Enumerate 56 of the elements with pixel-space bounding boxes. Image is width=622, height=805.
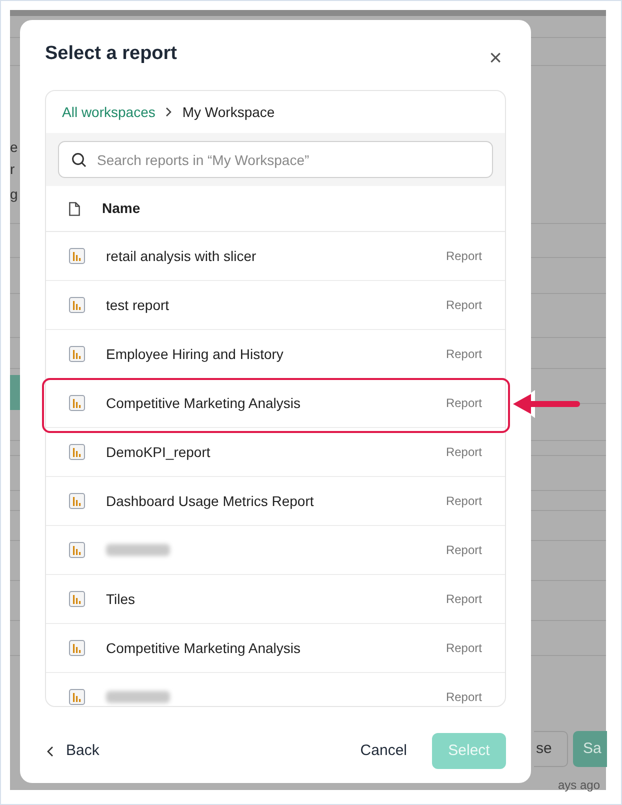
report-type: Report (446, 640, 482, 657)
report-row[interactable]: Tiles Report (46, 575, 505, 624)
report-type: Report (446, 542, 482, 559)
report-row[interactable]: Dashboard Usage Metrics Report Report (46, 477, 505, 526)
report-row[interactable]: Competitive Marketing Analysis Report (46, 379, 505, 428)
dialog-title: Select a report (45, 42, 177, 66)
report-type: Report (446, 346, 482, 363)
report-row[interactable]: Competitive Marketing Analysis Report (46, 624, 505, 673)
bar-chart-icon (69, 297, 85, 313)
bar-chart-icon (69, 493, 85, 509)
background-text: r (10, 160, 15, 179)
background-text: g (10, 185, 18, 204)
bar-chart-icon (69, 640, 85, 656)
bar-chart-icon (69, 689, 85, 705)
search-field[interactable]: Search reports in “My Workspace” (58, 141, 493, 178)
cancel-button[interactable]: Cancel (360, 740, 407, 762)
background-text: e (10, 138, 18, 157)
bar-chart-icon (69, 591, 85, 607)
report-name: Competitive Marketing Analysis (106, 638, 301, 658)
bar-chart-icon (69, 444, 85, 460)
report-row[interactable]: Employee Hiring and History Report (46, 330, 505, 379)
report-type: Report (446, 395, 482, 412)
chevron-left-icon (47, 746, 54, 756)
report-name: Employee Hiring and History (106, 344, 284, 364)
report-type: Report (446, 689, 482, 706)
report-name: Competitive Marketing Analysis (106, 394, 301, 413)
bar-chart-icon (69, 542, 85, 558)
report-row[interactable]: Report (46, 673, 505, 706)
report-name: DemoKPI_report (106, 442, 210, 462)
chevron-right-icon (165, 107, 172, 117)
report-row[interactable]: retail analysis with slicer Report (46, 232, 505, 281)
report-type: Report (446, 444, 482, 461)
report-name: retail analysis with slicer (106, 246, 256, 266)
report-row[interactable]: Report (46, 526, 505, 575)
report-type: Report (446, 248, 482, 265)
breadcrumb-current: My Workspace (182, 102, 275, 122)
report-name: test report (106, 296, 170, 315)
background-text: ays ago (558, 777, 600, 794)
document-icon (69, 202, 80, 216)
background-button[interactable]: se (534, 731, 568, 767)
column-header: Name (102, 199, 140, 218)
bar-chart-icon (69, 346, 85, 362)
report-name: Tiles (106, 590, 136, 608)
report-row[interactable]: test report Report (46, 281, 505, 330)
close-button[interactable]: × (489, 47, 502, 69)
background-row-highlight (10, 375, 20, 410)
report-name: Dashboard Usage Metrics Report (106, 492, 314, 511)
bar-chart-icon (69, 395, 85, 411)
report-type: Report (446, 297, 482, 314)
search-icon (71, 152, 87, 168)
back-button[interactable]: Back (45, 740, 100, 762)
report-row[interactable]: DemoKPI_report Report (46, 428, 505, 477)
bar-chart-icon (69, 248, 85, 264)
report-type: Report (446, 591, 482, 608)
breadcrumb-link[interactable]: All workspaces (62, 102, 156, 122)
report-type: Report (446, 493, 482, 510)
